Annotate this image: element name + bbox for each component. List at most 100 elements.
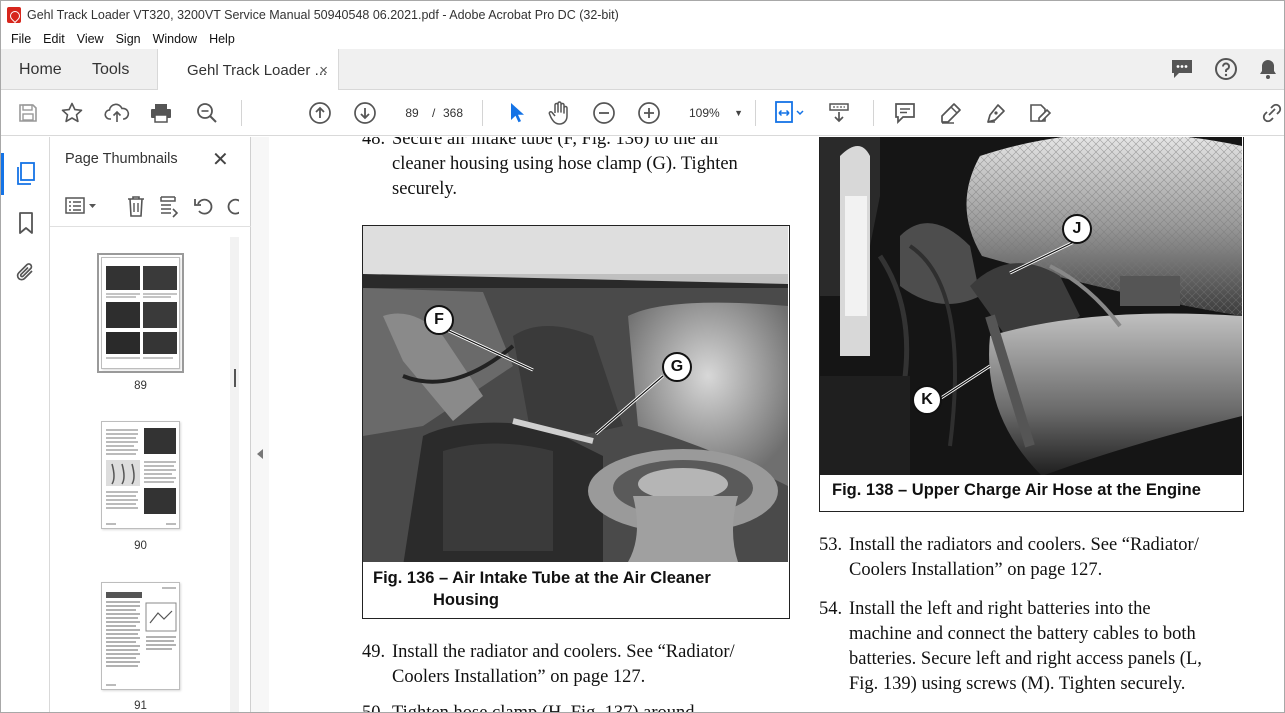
- step-49: 49. Install the radiator and coolers. Se…: [362, 640, 792, 690]
- rotate-counterclockwise-icon[interactable]: [193, 195, 215, 222]
- comment-bubble-icon[interactable]: [1170, 58, 1194, 85]
- thumbnail-label-89: 89: [134, 380, 147, 392]
- print-icon[interactable]: [148, 100, 174, 126]
- thumbnail-page-90[interactable]: [101, 421, 180, 529]
- figure-136-caption-cont: Housing: [433, 591, 499, 609]
- callout-F: F: [424, 305, 454, 335]
- figure-136: F G Fig. 136 – Air Intake Tube at the Ai…: [362, 225, 790, 619]
- select-cursor-icon[interactable]: [503, 100, 529, 126]
- step-text-line: Fig. 139) using screws (M). Tighten secu…: [849, 674, 1186, 694]
- step-54: 54. Install the left and right batteries…: [819, 597, 1259, 697]
- thumbnail-label-91: 91: [134, 700, 147, 712]
- tabbar-actions: [1170, 57, 1278, 86]
- previous-page-icon[interactable]: [307, 100, 333, 126]
- close-tab-icon[interactable]: ×: [319, 62, 328, 79]
- save-icon[interactable]: [15, 100, 41, 126]
- step-text-line: Install the left and right batteries int…: [849, 599, 1151, 619]
- toolbar-divider: [873, 100, 874, 126]
- menu-edit[interactable]: Edit: [37, 32, 71, 46]
- figure-136-caption: Fig. 136 – Air Intake Tube at the Air Cl…: [373, 569, 711, 587]
- menu-sign[interactable]: Sign: [110, 32, 147, 46]
- rotate-clockwise-icon[interactable]: [225, 195, 239, 222]
- help-icon[interactable]: [1214, 57, 1238, 86]
- tab-document-label: Gehl Track Loader ...: [187, 61, 328, 79]
- step-text-line: securely.: [392, 179, 458, 199]
- step-text-line: machine and connect the battery cables t…: [849, 624, 1196, 644]
- step-text-line: Tighten hose clamp (H, Fig. 137) around …: [392, 703, 713, 713]
- thumbnail-options-icon[interactable]: [64, 195, 100, 222]
- step-53: 53. Install the radiators and coolers. S…: [819, 533, 1259, 583]
- step-number: 50.: [362, 703, 386, 713]
- scrollbar-thumb[interactable]: [234, 369, 236, 387]
- thumbnail-page-91[interactable]: [101, 582, 180, 690]
- close-panel-icon[interactable]: ✕: [212, 147, 229, 172]
- callout-K: K: [912, 385, 942, 415]
- bookmark-star-icon[interactable]: [59, 100, 85, 126]
- tab-home[interactable]: Home: [19, 49, 62, 90]
- charge-air-hose-photo: J K: [820, 137, 1242, 475]
- menu-help[interactable]: Help: [203, 32, 241, 46]
- title-bar: Gehl Track Loader VT320, 3200VT Service …: [1, 1, 1284, 28]
- collapse-arrow-icon[interactable]: [257, 449, 263, 459]
- callout-G: G: [662, 352, 692, 382]
- page-total: 368: [443, 106, 464, 120]
- main-toolbar: 89 / 368 109% ▼: [1, 90, 1284, 136]
- step-50: 50. Tighten hose clamp (H, Fig. 137) aro…: [362, 701, 792, 713]
- zoom-in-icon[interactable]: [636, 100, 662, 126]
- step-number: 53.: [819, 535, 843, 555]
- menu-view[interactable]: View: [71, 32, 110, 46]
- acrobat-window: Gehl Track Loader VT320, 3200VT Service …: [0, 0, 1285, 713]
- menu-file[interactable]: File: [5, 32, 37, 46]
- step-text-line: cleaner housing using hose clamp (G). Ti…: [392, 154, 738, 174]
- extract-pages-icon[interactable]: [158, 194, 182, 223]
- tab-document[interactable]: Gehl Track Loader ... ×: [157, 49, 339, 91]
- page-number-input[interactable]: 89: [399, 102, 425, 124]
- step-text-line: Coolers Installation” on page 127.: [849, 560, 1103, 580]
- document-viewer[interactable]: 48. Secure air intake tube (F, Fig. 136)…: [269, 137, 1284, 713]
- toolbar-divider: [755, 100, 756, 126]
- zoom-level-value: 109%: [689, 106, 720, 120]
- sign-pen-icon[interactable]: [983, 100, 1009, 126]
- active-indicator: [1, 153, 4, 195]
- attachments-paperclip-icon[interactable]: [13, 259, 39, 285]
- share-link-icon[interactable]: [1259, 100, 1284, 126]
- notification-bell-icon[interactable]: [1258, 58, 1278, 85]
- comment-icon[interactable]: [892, 100, 918, 126]
- thumbnail-label-90: 90: [134, 540, 147, 552]
- tab-tools[interactable]: Tools: [92, 49, 129, 90]
- page-separator: /: [432, 106, 436, 120]
- step-text-line: Install the radiators and coolers. See “…: [849, 535, 1199, 555]
- collapse-panel-gutter[interactable]: [251, 137, 269, 712]
- step-number: 48.: [362, 137, 386, 149]
- fit-page-icon[interactable]: [771, 100, 807, 126]
- step-text-line: Install the radiator and coolers. See “R…: [392, 642, 735, 662]
- step-text-line: batteries. Secure left and right access …: [849, 649, 1202, 669]
- toolbar-divider: [241, 100, 242, 126]
- step-number: 49.: [362, 642, 386, 662]
- hand-tool-icon[interactable]: [546, 100, 572, 126]
- callout-J: J: [1062, 214, 1092, 244]
- zoom-out-icon[interactable]: [591, 100, 617, 126]
- next-page-icon[interactable]: [352, 100, 378, 126]
- figure-138: J K Fig. 138 – Upper Charge Air Hose at …: [819, 137, 1244, 512]
- zoom-level-dropdown[interactable]: 109% ▼: [683, 102, 745, 124]
- chevron-down-icon: ▼: [734, 108, 743, 118]
- step-number: 54.: [819, 599, 843, 619]
- step-48: 48. Secure air intake tube (F, Fig. 136)…: [362, 137, 782, 207]
- air-intake-photo: F G: [363, 226, 788, 562]
- highlight-pen-icon[interactable]: [938, 100, 964, 126]
- toolbar-divider: [482, 100, 483, 126]
- bookmarks-icon[interactable]: [13, 210, 39, 236]
- find-zoom-icon[interactable]: [194, 100, 220, 126]
- thumbnail-scrollbar[interactable]: [230, 237, 239, 712]
- scroll-mode-icon[interactable]: [826, 100, 852, 126]
- page-thumbnails-icon[interactable]: [13, 161, 39, 187]
- figure-138-caption: Fig. 138 – Upper Charge Air Hose at the …: [832, 481, 1201, 499]
- tab-bar: Home Tools Gehl Track Loader ... ×: [1, 49, 1284, 91]
- menu-bar: File Edit View Sign Window Help: [1, 28, 1284, 49]
- delete-pages-icon[interactable]: [125, 194, 147, 223]
- menu-window[interactable]: Window: [147, 32, 203, 46]
- fill-sign-icon[interactable]: [1027, 100, 1053, 126]
- thumbnail-page-89[interactable]: [97, 253, 184, 373]
- upload-cloud-icon[interactable]: [104, 100, 130, 126]
